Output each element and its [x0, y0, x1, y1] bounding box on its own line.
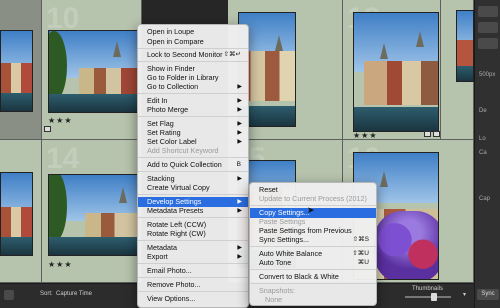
menu-item-create-virtual-copy[interactable]: Create Virtual Copy: [138, 183, 248, 193]
photo-thumbnail[interactable]: [0, 172, 33, 256]
right-panel: 500px De Lo Ca Cap: [474, 0, 500, 308]
edit-badge-icon: [424, 131, 431, 137]
context-menu: Open in Loupe Open in Compare Lock to Se…: [137, 24, 249, 308]
panel-label: 500px: [479, 72, 496, 78]
menu-item-auto-tone[interactable]: Auto Tone ⌘U: [250, 258, 376, 268]
menu-item-remove-photo[interactable]: Remove Photo...: [138, 280, 248, 290]
crop-badge-icon: [433, 131, 440, 137]
menu-item-export[interactable]: Export ▶: [138, 252, 248, 262]
photo-thumbnail[interactable]: [48, 30, 138, 113]
panel-label: Lo: [479, 136, 486, 142]
menu-item-rotate-right[interactable]: Rotate Right (CW): [138, 229, 248, 239]
panel-label: De: [479, 108, 487, 114]
menu-item-email-photo[interactable]: Email Photo...: [138, 266, 248, 276]
menu-item-sync-settings[interactable]: Sync Settings... ⇧⌘S: [250, 235, 376, 245]
photo-thumbnail[interactable]: [353, 12, 439, 132]
rating-stars[interactable]: ★★★: [48, 116, 73, 125]
panel-button[interactable]: [478, 38, 498, 49]
rating-stars[interactable]: ★★★: [353, 131, 378, 140]
thumbnail-size-slider[interactable]: [405, 293, 451, 301]
menu-item-add-quick-collection[interactable]: Add to Quick Collection B: [138, 160, 248, 170]
lightroom-grid-view: 10 13 14 15 16 ★★★ ★★: [0, 0, 500, 308]
panel-label: Cap: [479, 196, 491, 202]
sort-label: Sort:: [40, 291, 53, 297]
panel-button[interactable]: [478, 22, 498, 33]
menu-item-view-options[interactable]: View Options...: [138, 294, 248, 304]
chevron-down-icon[interactable]: ▾: [463, 291, 466, 298]
cell-number: 14: [46, 142, 80, 175]
photo-thumbnail[interactable]: [0, 30, 33, 112]
slider-knob[interactable]: [431, 293, 437, 301]
develop-settings-submenu: Reset Update to Current Process (2012) C…: [249, 182, 377, 306]
thumbnails-label: Thumbnails: [412, 286, 444, 292]
menu-item-open-in-compare[interactable]: Open in Compare: [138, 37, 248, 47]
photo-thumbnail[interactable]: [456, 10, 474, 82]
menu-item-convert-bw[interactable]: Convert to Black & White: [250, 272, 376, 282]
menu-item-photo-merge[interactable]: Photo Merge ▶: [138, 105, 248, 115]
photo-thumbnail[interactable]: [48, 174, 138, 256]
panel-label: Ca: [479, 150, 487, 156]
menu-item-lock-second-monitor[interactable]: Lock to Second Monitor ⇧⌘↵: [138, 50, 248, 60]
mouse-cursor-icon: ➤: [307, 205, 315, 215]
menu-item-go-to-collection[interactable]: Go to Collection ▶: [138, 82, 248, 92]
snapshot-none: None: [265, 295, 283, 304]
panel-button[interactable]: [478, 6, 498, 17]
menu-item-metadata-presets[interactable]: Metadata Presets ▶: [138, 206, 248, 216]
menu-item-add-shortcut-keyword: Add Shortcut Keyword: [147, 146, 219, 155]
menu-item-update-process: Update to Current Process (2012): [259, 194, 367, 203]
sort-dropdown[interactable]: Capture Time: [56, 291, 92, 297]
grid-view-icon[interactable]: [4, 290, 14, 300]
sync-button[interactable]: Sync: [477, 289, 499, 300]
rating-stars[interactable]: ★★★: [48, 260, 73, 269]
menu-item-open-in-loupe[interactable]: Open in Loupe: [138, 27, 248, 37]
edit-badge-icon: [44, 126, 51, 132]
